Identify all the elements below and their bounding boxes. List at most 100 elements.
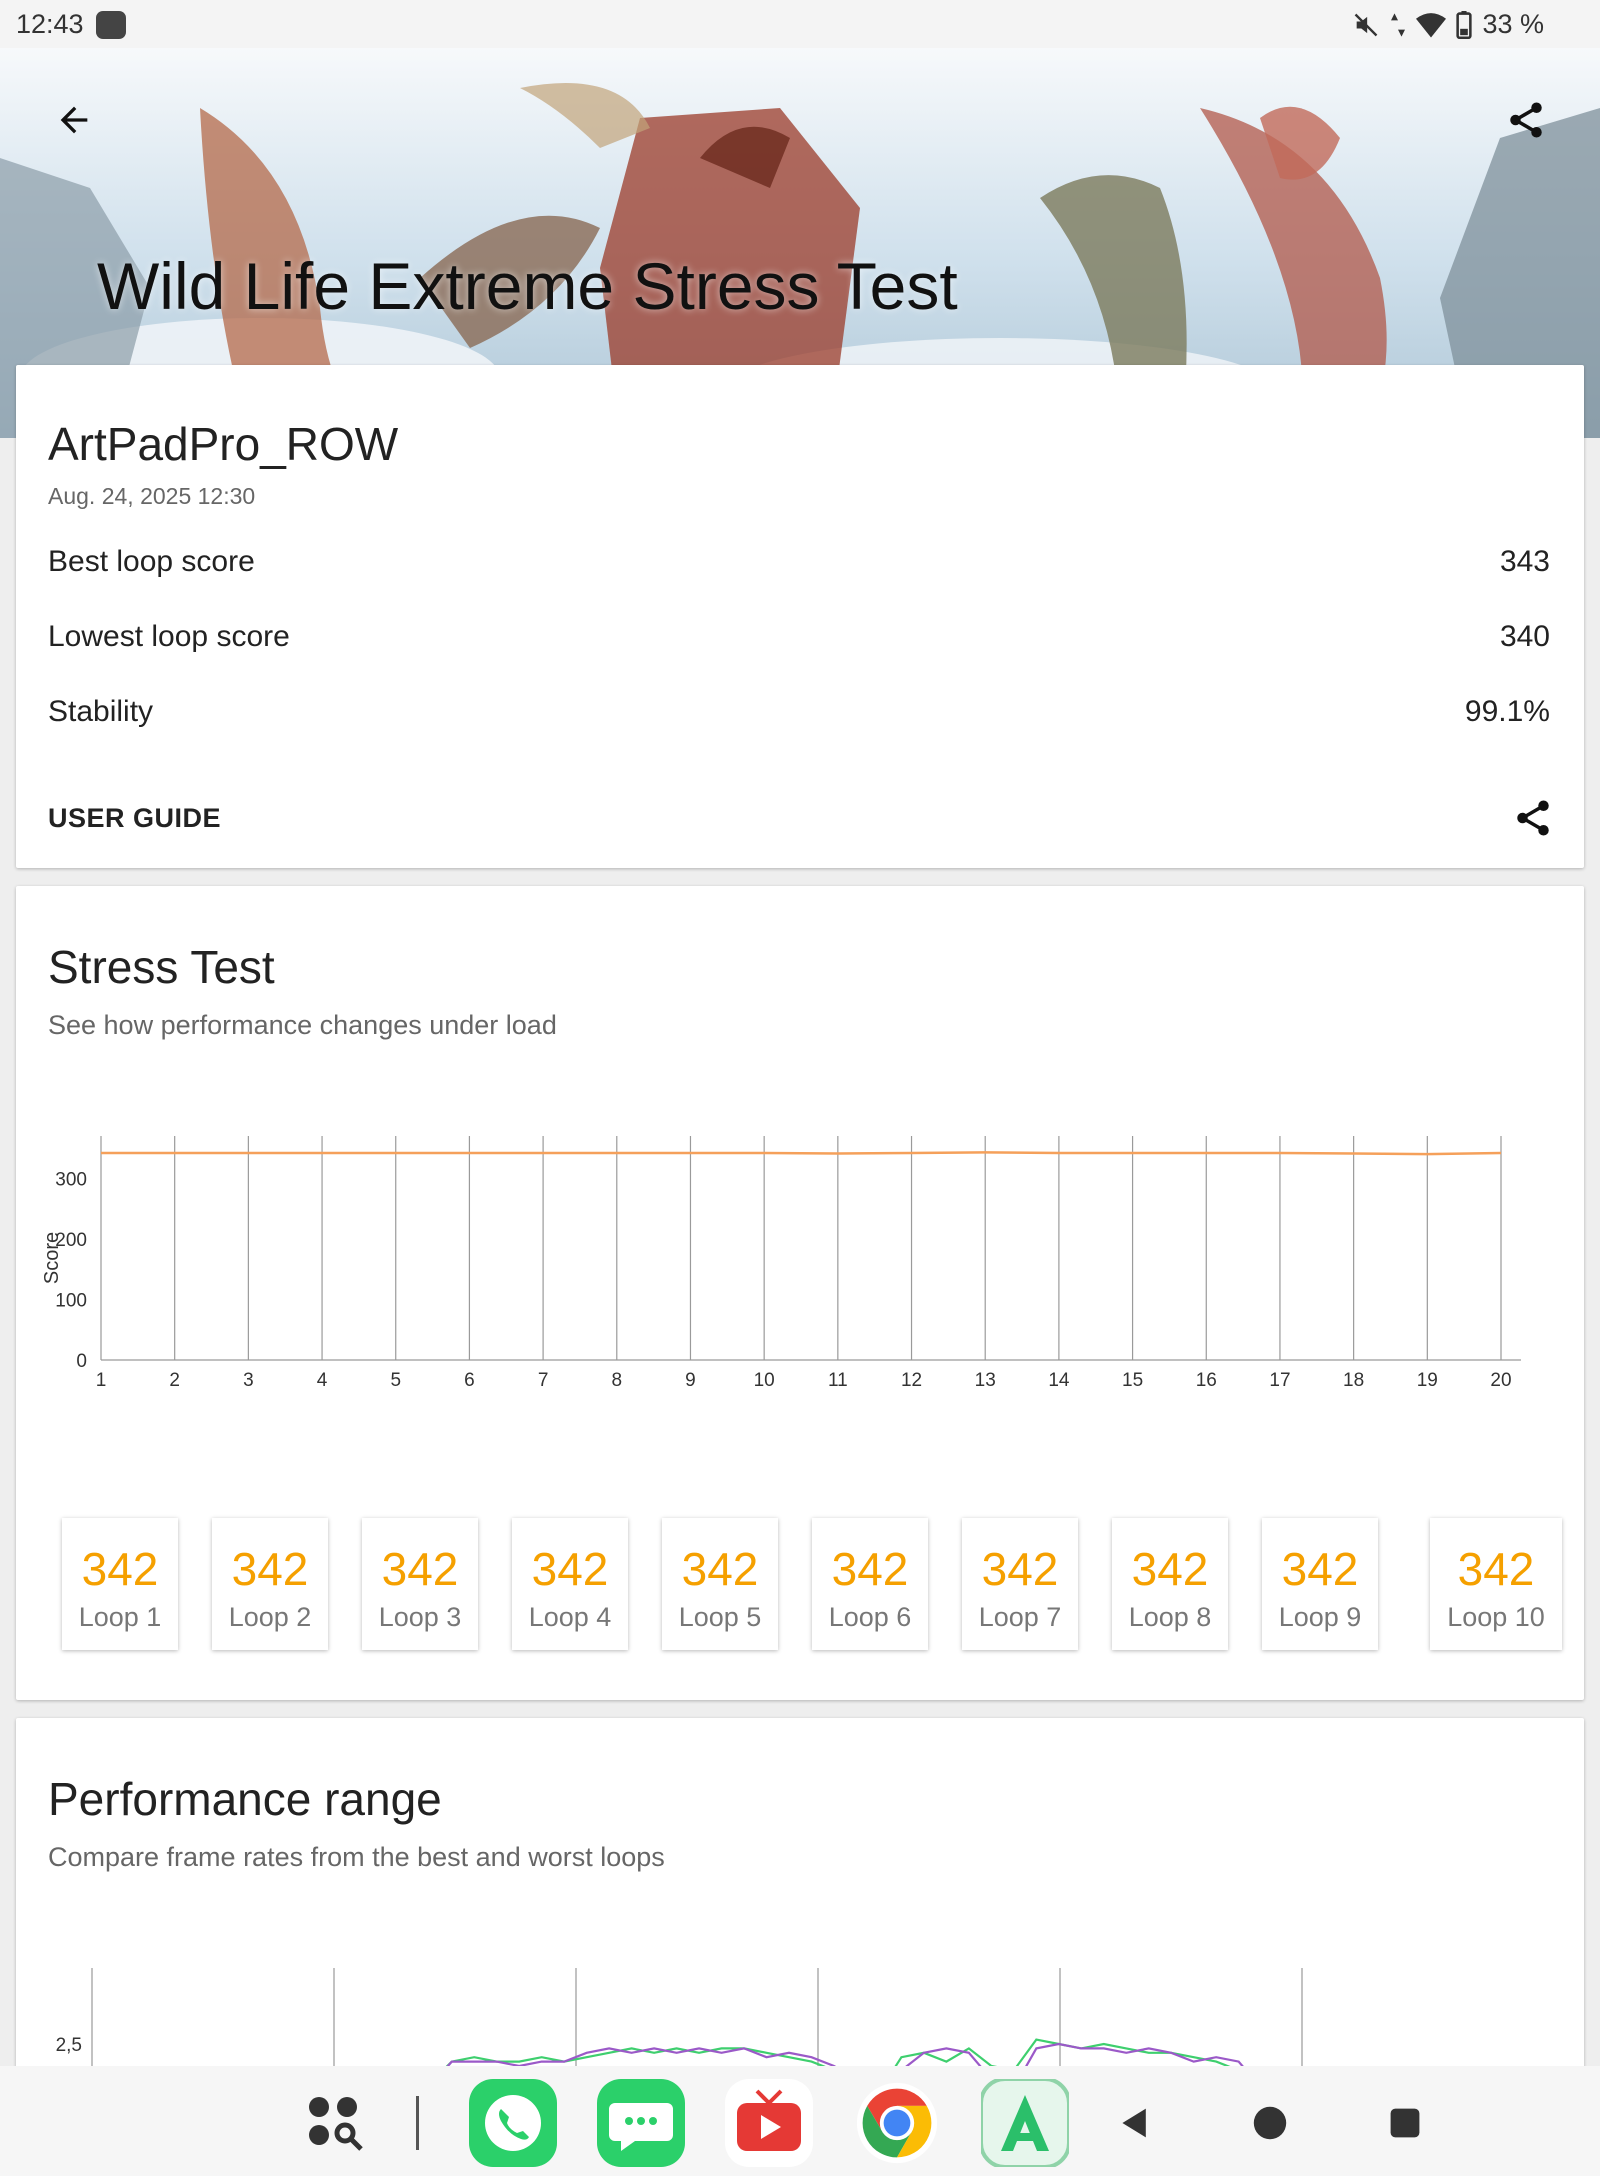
stat-row-lowest: Lowest loop score 340: [48, 620, 1550, 654]
loop-score-card[interactable]: 342 Loop 9: [1262, 1518, 1378, 1650]
back-button[interactable]: [46, 92, 102, 148]
x-tick-label: 6: [464, 1370, 475, 1391]
status-bar: 12:43 33 %: [0, 0, 1600, 48]
loop-score-card[interactable]: 342 Loop 5: [662, 1518, 778, 1650]
loop-score-card[interactable]: 342 Loop 3: [362, 1518, 478, 1650]
home-nav-button[interactable]: [1225, 2078, 1315, 2168]
x-tick-label: 3: [243, 1370, 254, 1391]
video-app-icon: [725, 2079, 813, 2167]
messages-app-icon: [597, 2079, 685, 2167]
phone-app-icon: [469, 2079, 557, 2167]
x-tick-label: 11: [828, 1370, 848, 1391]
loop-score-card[interactable]: 342 Loop 7: [962, 1518, 1078, 1650]
x-tick-label: 20: [1490, 1370, 1511, 1391]
store-app-button[interactable]: [980, 2078, 1070, 2168]
loop-label: Loop 10: [1447, 1602, 1545, 1632]
test-date: Aug. 24, 2025 12:30: [48, 483, 256, 509]
loop-label: Loop 1: [78, 1602, 162, 1632]
loop-label: Loop 6: [828, 1602, 912, 1632]
mute-icon: [1352, 11, 1380, 39]
x-axis-label: Loop: [792, 1394, 841, 1396]
page-title: Wild Life Extreme Stress Test: [97, 249, 958, 323]
performance-range-title: Performance range: [48, 1773, 442, 1825]
x-tick-label: 8: [612, 1370, 623, 1391]
loop-score: 342: [381, 1543, 459, 1595]
loop-label: Loop 9: [1278, 1602, 1362, 1632]
loop-label: Loop 3: [378, 1602, 462, 1632]
share-result-button[interactable]: [1508, 793, 1558, 843]
stat-label: Lowest loop score: [48, 620, 290, 653]
store-app-icon: [981, 2079, 1069, 2167]
messages-app-button[interactable]: [596, 2078, 686, 2168]
battery-icon: [1456, 10, 1473, 39]
summary-card: ArtPadPro_ROW Aug. 24, 2025 12:30 Best l…: [16, 365, 1584, 868]
loop-label: Loop 5: [678, 1602, 762, 1632]
stat-value: 99.1%: [1464, 695, 1550, 728]
stat-value: 340: [1499, 620, 1550, 653]
user-guide-button[interactable]: USER GUIDE: [48, 803, 221, 834]
stat-label: Stability: [48, 695, 154, 728]
wifi-icon: [1416, 12, 1447, 38]
x-tick-label: 16: [1196, 1370, 1217, 1391]
x-tick-label: 18: [1343, 1370, 1364, 1391]
y-axis-label: Score: [41, 1232, 63, 1284]
loop-score: 342: [981, 1543, 1059, 1595]
share-icon: [1510, 102, 1542, 138]
share-icon: [1517, 800, 1549, 836]
recents-square-icon: [1390, 2108, 1420, 2138]
x-tick-label: 4: [317, 1370, 328, 1391]
x-tick-label: 7: [538, 1370, 549, 1391]
back-triangle-icon: [1122, 2108, 1146, 2138]
stat-row-best: Best loop score 343: [48, 545, 1550, 579]
back-nav-button[interactable]: [1090, 2078, 1180, 2168]
y-tick-label: 300: [55, 1169, 87, 1190]
stat-value: 343: [1499, 545, 1550, 578]
stress-test-chart: 1 2 3 4 5 6 7 8 9 10 11 12 13 14 15 16 17 18 19 20010020030…: [41, 1136, 1521, 1396]
share-button[interactable]: [1498, 92, 1554, 148]
x-tick-label: 14: [1048, 1370, 1070, 1391]
x-tick-label: 2: [169, 1370, 180, 1391]
loop-score: 342: [531, 1543, 609, 1595]
loop-label: Loop 4: [528, 1602, 612, 1632]
x-tick-label: 9: [685, 1370, 696, 1391]
x-tick-label: 12: [901, 1370, 922, 1391]
stat-row-stability: Stability 99.1%: [48, 695, 1550, 729]
recents-nav-button[interactable]: [1360, 2078, 1450, 2168]
performance-range-card: Performance range Compare frame rates fr…: [16, 1718, 1584, 2118]
chrome-app-button[interactable]: [852, 2078, 942, 2168]
stress-test-title: Stress Test: [48, 941, 275, 993]
y-tick-label: 0: [76, 1351, 87, 1372]
loop-score-card[interactable]: 342 Loop 1: [62, 1518, 178, 1650]
loop-label: Loop 7: [978, 1602, 1062, 1632]
x-tick-label: 5: [390, 1370, 401, 1391]
x-tick-label: 13: [975, 1370, 996, 1391]
loop-score-card[interactable]: 342 Loop 10: [1430, 1518, 1562, 1650]
data-arrows-icon: [1390, 11, 1406, 39]
home-circle-icon: [1253, 2106, 1287, 2140]
y-tick-label: 100: [55, 1290, 87, 1311]
stat-label: Best loop score: [48, 545, 255, 578]
navigation-bar: [0, 2066, 1600, 2176]
dock-divider: [416, 2096, 419, 2150]
loop-score: 342: [831, 1543, 909, 1595]
loop-score-list: 342 Loop 1 342 Loop 2 342 Loop 3 342 Loo…: [62, 1518, 1562, 1650]
video-app-button[interactable]: [724, 2078, 814, 2168]
loop-score-card[interactable]: 342 Loop 6: [812, 1518, 928, 1650]
status-icons: 33 %: [1352, 9, 1544, 40]
app-drawer-button[interactable]: [290, 2078, 380, 2168]
loop-score-card[interactable]: 342 Loop 8: [1112, 1518, 1228, 1650]
loop-score-card[interactable]: 342 Loop 4: [512, 1518, 628, 1650]
score-series-line: [101, 1151, 1502, 1156]
loop-label: Loop 8: [1128, 1602, 1212, 1632]
loop-score: 342: [681, 1543, 759, 1595]
stress-test-subtitle: See how performance changes under load: [48, 1010, 557, 1040]
phone-app-button[interactable]: [468, 2078, 558, 2168]
loop-score: 342: [81, 1543, 159, 1595]
stress-test-card: Stress Test See how performance changes …: [16, 886, 1584, 1700]
loop-score: 342: [1131, 1543, 1209, 1595]
x-tick-label: 19: [1417, 1370, 1438, 1391]
y-tick-label: 2,5: [56, 2035, 82, 2056]
x-tick-label: 10: [754, 1370, 775, 1391]
back-arrow-icon: [60, 106, 88, 134]
loop-score-card[interactable]: 342 Loop 2: [212, 1518, 328, 1650]
